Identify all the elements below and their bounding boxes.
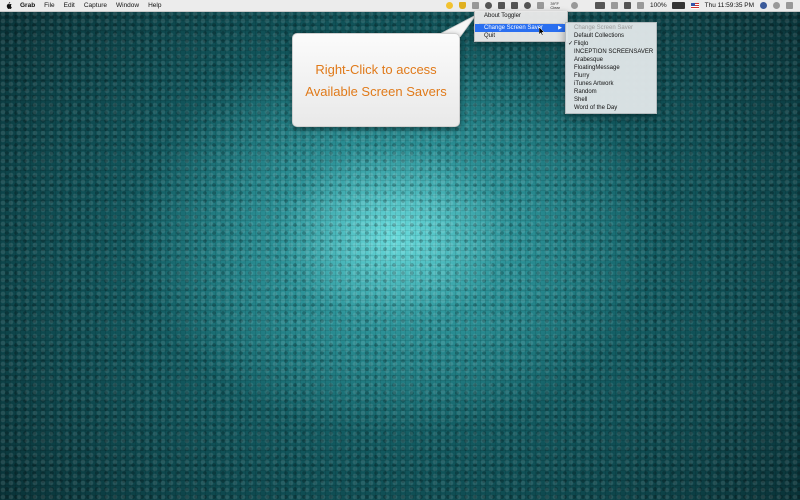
screen-saver-submenu: Change Screen Saver Default Collections … <box>565 22 657 114</box>
submenu-item-word-of-the-day[interactable]: Word of the Day <box>566 104 656 112</box>
menu-item-quit[interactable]: Quit <box>475 32 567 40</box>
stopwatch-icon[interactable] <box>570 2 578 9</box>
calendar-icon[interactable] <box>511 2 519 9</box>
wifi-icon[interactable] <box>610 2 618 9</box>
weather-widget[interactable]: 39°F Clear <box>550 1 560 10</box>
submenu-arrow-icon: ▶ <box>558 25 562 31</box>
apple-icon[interactable] <box>6 2 12 9</box>
battery-icon[interactable] <box>671 2 685 9</box>
menu-item-label: Change Screen Saver <box>484 25 544 31</box>
mouse-pointer-icon <box>539 27 545 36</box>
submenu-header: Change Screen Saver <box>574 25 634 31</box>
submenu-item-shell[interactable]: Shell <box>566 96 656 104</box>
submenu-item-itunes-artwork[interactable]: iTunes Artwork <box>566 80 656 88</box>
submenu-item-arabesque[interactable]: Arabesque <box>566 56 656 64</box>
dark-icon[interactable] <box>594 2 605 9</box>
callout-bubble: Right-Click to access Available Screen S… <box>292 33 460 127</box>
volume-icon[interactable] <box>636 2 644 9</box>
box-icon[interactable] <box>498 2 506 9</box>
shield-icon[interactable] <box>459 2 467 9</box>
menu-help[interactable]: Help <box>148 0 161 11</box>
app-menu-grab[interactable]: Grab <box>20 0 35 11</box>
battery-percent: 100% <box>649 2 667 9</box>
callout-text: Right-Click to access Available Screen S… <box>293 59 459 103</box>
submenu-item-flurry[interactable]: Flurry <box>566 72 656 80</box>
callout-line-1: Right-Click to access <box>315 62 437 77</box>
cloud-icon[interactable] <box>524 2 532 9</box>
checkmark-icon: ✓ <box>568 41 574 47</box>
toggler-dropdown-menu: About Toggler Change Screen Saver ▶ Quit <box>474 11 568 42</box>
menu-clock[interactable]: Thu 11:59:35 PM <box>705 0 754 11</box>
menu-window[interactable]: Window <box>116 0 139 11</box>
submenu-item-fliqlo[interactable]: ✓ Fliqlo <box>566 40 656 48</box>
menu-item-about-toggler[interactable]: About Toggler <box>475 12 567 20</box>
search-icon[interactable] <box>773 2 780 9</box>
flag-icon[interactable] <box>690 2 699 9</box>
submenu-item-floatingmessage[interactable]: FloatingMessage <box>566 64 656 72</box>
toggler-icon[interactable] <box>446 2 454 9</box>
callout-line-2: Available Screen Savers <box>305 84 447 99</box>
submenu-item-random[interactable]: Random <box>566 88 656 96</box>
menu-bar: Grab File Edit Capture Window Help 39°F … <box>0 0 800 12</box>
eye-icon[interactable] <box>485 2 493 9</box>
menu-item-change-screen-saver[interactable]: Change Screen Saver ▶ <box>475 24 567 32</box>
cloud-sync-icon[interactable] <box>472 2 480 9</box>
submenu-item-inception-screensaver[interactable]: INCEPTION SCREENSAVER <box>566 48 656 56</box>
menu-edit[interactable]: Edit <box>64 0 75 11</box>
tag-icon[interactable] <box>537 2 545 9</box>
menu-icon[interactable] <box>786 2 793 9</box>
submenu-item-default-collections[interactable]: Default Collections <box>566 32 656 40</box>
weather-detail: Clear <box>550 4 560 10</box>
menu-capture[interactable]: Capture <box>84 0 107 11</box>
menu-file[interactable]: File <box>44 0 54 11</box>
submenu-item-label: Fliqlo <box>574 41 589 47</box>
user-icon[interactable] <box>760 2 767 9</box>
airplay-icon[interactable] <box>623 2 631 9</box>
